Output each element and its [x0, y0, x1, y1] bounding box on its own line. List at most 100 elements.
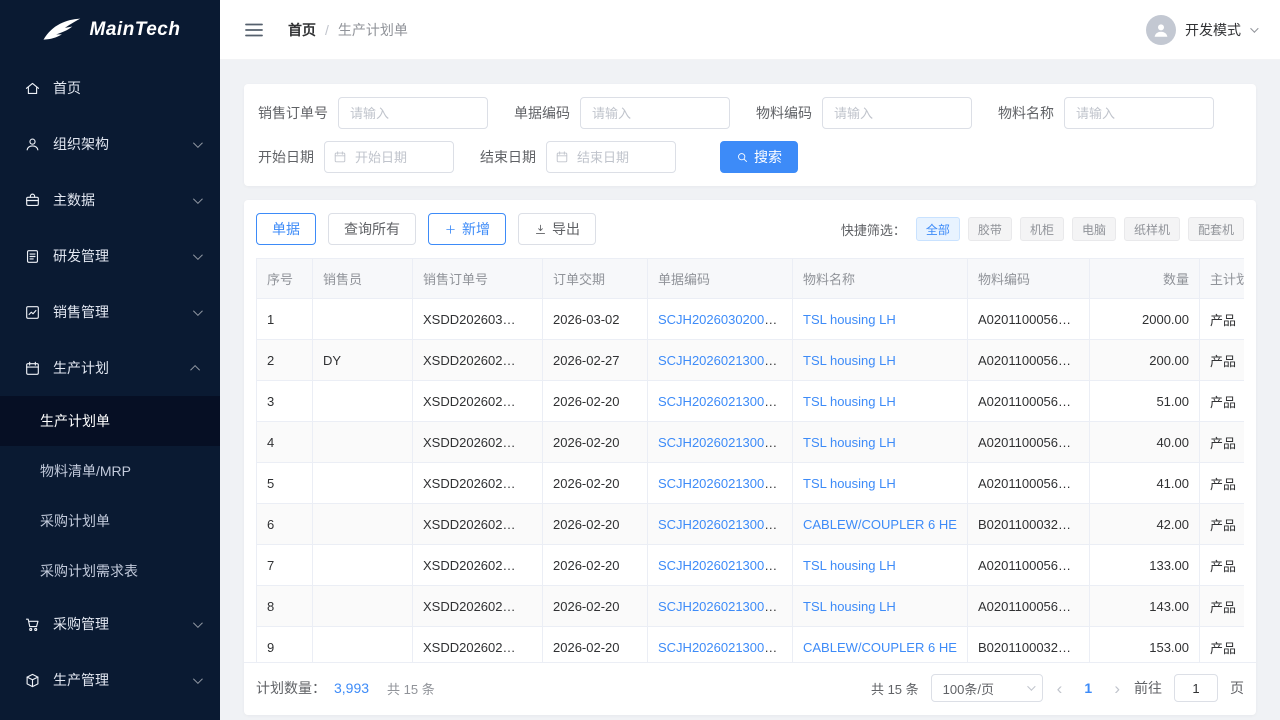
cell-order_no: XSDD202602… [413, 340, 543, 381]
page-size-select[interactable]: 100条/页 [931, 674, 1043, 702]
table-row[interactable]: 6XSDD202602…2026-02-20SCJH20260213003…CA… [257, 504, 1245, 545]
doc_no-link[interactable]: SCJH20260213003… [658, 517, 784, 532]
material_name-link[interactable]: TSL housing LH [803, 312, 896, 327]
sidebar-item-production-management[interactable]: 生产管理 [0, 652, 220, 708]
cell-seq: 4 [257, 422, 313, 463]
cell-plan: 产品 [1200, 545, 1245, 586]
user-menu[interactable]: 开发模式 [1146, 15, 1256, 45]
table-row[interactable]: 8XSDD202602…2026-02-20SCJH20260213002…TS… [257, 586, 1245, 627]
add-button[interactable]: 新增 [428, 213, 506, 245]
sidebar-subitem-purchase-plan-demand[interactable]: 采购计划需求表 [0, 546, 220, 596]
doc_no-link[interactable]: SCJH20260213002… [658, 558, 784, 573]
goto-page-input[interactable] [1174, 674, 1218, 702]
cell-plan: 产品 [1200, 381, 1245, 422]
quick-filter-tape[interactable]: 胶带 [968, 217, 1012, 241]
table-header-row: 序号销售员销售订单号订单交期单据编码物料名称物料编码数量主计划 [257, 259, 1245, 299]
doc_no-link[interactable]: SCJH20260213003… [658, 476, 784, 491]
material_name-link[interactable]: CABLEW/COUPLER 6 HE [803, 640, 957, 655]
material_name-link[interactable]: TSL housing LH [803, 599, 896, 614]
sidebar-subitem-production-plan-order[interactable]: 生产计划单 [0, 396, 220, 446]
query-all-button[interactable]: 查询所有 [328, 213, 416, 245]
doc_no-link[interactable]: SCJH20260213005… [658, 353, 784, 368]
menu-toggle-icon[interactable] [244, 20, 264, 40]
cell-due_date: 2026-02-27 [543, 340, 648, 381]
user-mode-label: 开发模式 [1185, 20, 1241, 40]
field-label: 结束日期 [480, 147, 536, 167]
doc_no-link[interactable]: SCJH20260213002… [658, 599, 784, 614]
current-page[interactable]: 1 [1076, 680, 1100, 696]
cell-material_name: TSL housing LH [793, 340, 968, 381]
table-row[interactable]: 1XSDD202603…2026-03-02SCJH20260302001…TS… [257, 299, 1245, 340]
cell-material_code: A0201100056… [968, 463, 1090, 504]
next-page-button[interactable]: › [1112, 680, 1122, 697]
search-button-label: 搜索 [754, 147, 782, 167]
chevron-down-icon [193, 194, 203, 204]
quick-filter-computer[interactable]: 电脑 [1072, 217, 1116, 241]
cell-due_date: 2026-02-20 [543, 627, 648, 663]
sidebar-item-organization[interactable]: 组织架构 [0, 116, 220, 172]
breadcrumb-home[interactable]: 首页 [288, 20, 316, 40]
cell-qty: 40.00 [1090, 422, 1200, 463]
button-label: 导出 [552, 219, 580, 239]
table-row[interactable]: 2DYXSDD202602…2026-02-27SCJH20260213005…… [257, 340, 1245, 381]
material-code-input[interactable] [822, 97, 972, 129]
doc_no-link[interactable]: SCJH20260213002… [658, 640, 784, 655]
material_name-link[interactable]: TSL housing LH [803, 558, 896, 573]
chevron-down-icon [193, 618, 203, 628]
breadcrumb-current: 生产计划单 [338, 20, 408, 40]
table-row[interactable]: 4XSDD202602…2026-02-20SCJH20260213003…TS… [257, 422, 1245, 463]
doc-button[interactable]: 单据 [256, 213, 316, 245]
quick-filter-all[interactable]: 全部 [916, 217, 960, 241]
doc_no-link[interactable]: SCJH20260302001… [658, 312, 784, 327]
filter-field-doc-code: 单据编码 [514, 97, 730, 129]
cell-material_name: TSL housing LH [793, 586, 968, 627]
doc_no-link[interactable]: SCJH20260213003… [658, 435, 784, 450]
sidebar-item-master-data[interactable]: 主数据 [0, 172, 220, 228]
export-button[interactable]: 导出 [518, 213, 596, 245]
sidebar-item-home[interactable]: 首页 [0, 60, 220, 116]
doc_no-link[interactable]: SCJH20260213004… [658, 394, 784, 409]
material_name-link[interactable]: TSL housing LH [803, 435, 896, 450]
main-area: 首页 / 生产计划单 开发模式 销售订单号 [220, 0, 1280, 720]
sidebar-subitem-purchase-plan-order[interactable]: 采购计划单 [0, 496, 220, 546]
field-label: 销售订单号 [258, 103, 328, 123]
sidebar-item-production-plan[interactable]: 生产计划 [0, 340, 220, 396]
goto-unit-label: 页 [1230, 678, 1244, 698]
filter-card: 销售订单号 单据编码 物料编码 物料名称 [244, 84, 1256, 186]
material_name-link[interactable]: TSL housing LH [803, 394, 896, 409]
table-row[interactable]: 5XSDD202602…2026-02-20SCJH20260213003…TS… [257, 463, 1245, 504]
cell-due_date: 2026-02-20 [543, 381, 648, 422]
table-row[interactable]: 9XSDD202602…2026-02-20SCJH20260213002…CA… [257, 627, 1245, 663]
production-icon [24, 672, 41, 689]
sidebar-item-label: 销售管理 [53, 302, 181, 322]
app-logo[interactable]: MainTech [0, 0, 220, 60]
sidebar-item-label: 主数据 [53, 190, 181, 210]
prev-page-button[interactable]: ‹ [1055, 680, 1065, 697]
material_name-link[interactable]: CABLEW/COUPLER 6 HE [803, 517, 957, 532]
quick-filter-supporting-machine[interactable]: 配套机 [1188, 217, 1244, 241]
sidebar-item-sales-management[interactable]: 销售管理 [0, 284, 220, 340]
sales-order-no-input[interactable] [338, 97, 488, 129]
sidebar-item-purchase-management[interactable]: 采购管理 [0, 596, 220, 652]
cell-seq: 3 [257, 381, 313, 422]
cell-due_date: 2026-02-20 [543, 586, 648, 627]
cell-due_date: 2026-02-20 [543, 463, 648, 504]
filter-field-material-code: 物料编码 [756, 97, 972, 129]
cell-due_date: 2026-02-20 [543, 545, 648, 586]
material_name-link[interactable]: TSL housing LH [803, 476, 896, 491]
column-header-qty: 数量 [1090, 259, 1200, 299]
cell-order_no: XSDD202602… [413, 422, 543, 463]
quick-filter-cabinet[interactable]: 机柜 [1020, 217, 1064, 241]
table-row[interactable]: 3XSDD202602…2026-02-20SCJH20260213004…TS… [257, 381, 1245, 422]
search-button[interactable]: 搜索 [720, 141, 798, 173]
sidebar-item-rd-management[interactable]: 研发管理 [0, 228, 220, 284]
doc-code-input[interactable] [580, 97, 730, 129]
table-row[interactable]: 7XSDD202602…2026-02-20SCJH20260213002…TS… [257, 545, 1245, 586]
cell-qty: 2000.00 [1090, 299, 1200, 340]
cell-material_code: A0201100056… [968, 422, 1090, 463]
quick-filter-paper-pattern-machine[interactable]: 纸样机 [1124, 217, 1180, 241]
material_name-link[interactable]: TSL housing LH [803, 353, 896, 368]
material-name-input[interactable] [1064, 97, 1214, 129]
cell-doc_no: SCJH20260213002… [648, 545, 793, 586]
sidebar-subitem-bom-mrp[interactable]: 物料清单/MRP [0, 446, 220, 496]
